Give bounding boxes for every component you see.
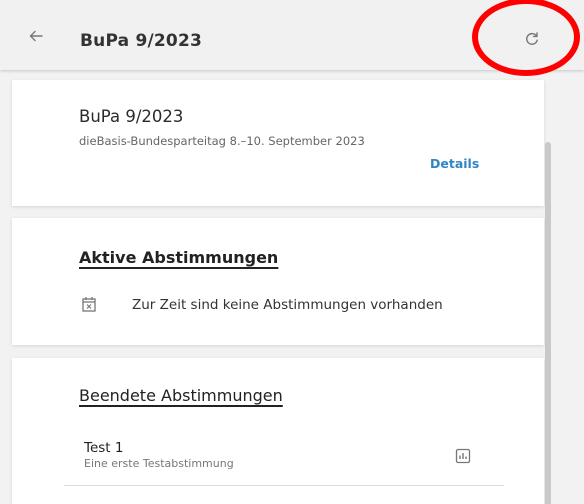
- event-title: BuPa 9/2023: [79, 107, 184, 126]
- no-polls-message: Zur Zeit sind keine Abstimmungen vorhand…: [132, 297, 443, 313]
- event-card: BuPa 9/2023 dieBasis-Bundesparteitag 8.–…: [12, 80, 544, 206]
- highlight-annotation: [472, 0, 580, 76]
- event-subtitle: dieBasis-Bundesparteitag 8.–10. Septembe…: [79, 134, 365, 148]
- poll-list-item[interactable]: Test 1 Eine erste Testabstimmung: [76, 434, 500, 472]
- active-polls-heading: Aktive Abstimmungen: [79, 248, 279, 267]
- bar-chart-icon[interactable]: [455, 448, 471, 464]
- details-link[interactable]: Details: [430, 156, 479, 171]
- scrollbar[interactable]: [545, 142, 551, 504]
- ended-polls-card: Beendete Abstimmungen Test 1 Eine erste …: [12, 358, 544, 504]
- back-button[interactable]: [28, 28, 44, 44]
- page-title: BuPa 9/2023: [80, 31, 203, 51]
- divider: [64, 485, 504, 486]
- poll-title: Test 1: [84, 440, 124, 456]
- calendar-x-icon: [82, 296, 96, 312]
- poll-description: Eine erste Testabstimmung: [84, 457, 234, 470]
- content-area: BuPa 9/2023 dieBasis-Bundesparteitag 8.–…: [0, 70, 584, 504]
- arrow-left-icon: [29, 30, 43, 42]
- active-polls-card: Aktive Abstimmungen Zur Zeit sind keine …: [12, 218, 544, 345]
- ended-polls-heading: Beendete Abstimmungen: [79, 386, 283, 405]
